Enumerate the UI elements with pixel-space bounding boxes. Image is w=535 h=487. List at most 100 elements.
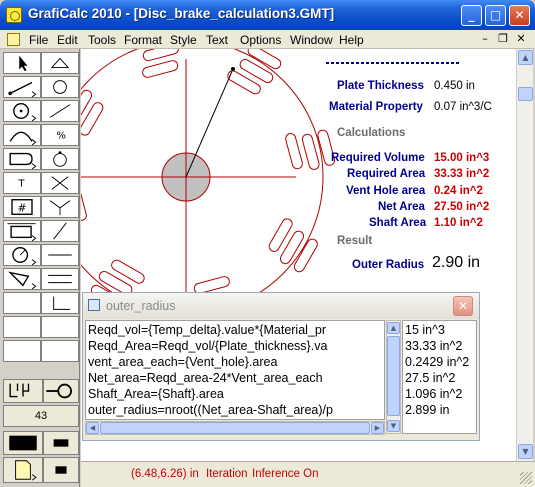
material-property-label: Material Property (329, 101, 423, 113)
formula-line[interactable]: Reqd_vol={Temp_delta}.value*{Material_pr (88, 323, 326, 337)
circle-tool[interactable] (41, 76, 79, 98)
formula-vertical-scrollbar[interactable]: ▲ ▼ (386, 320, 401, 434)
hline-tool[interactable] (41, 244, 79, 266)
required-area-value[interactable]: 33.33 in^2 (434, 168, 489, 180)
menu-options[interactable]: Options (240, 33, 281, 47)
select-arrow-tool[interactable] (3, 52, 41, 74)
page-tool[interactable] (3, 457, 43, 483)
maximize-button[interactable]: □ (485, 5, 506, 26)
slash-tool[interactable] (41, 220, 79, 242)
window-icon (88, 299, 100, 311)
canvas-vertical-scrollbar[interactable]: ▲ ▼ (516, 49, 533, 461)
formula-line[interactable]: Shaft_Area={Shaft}.area (88, 387, 224, 401)
results-pane: 15 in^3 33.33 in^2 0.2429 in^2 27.5 in^2… (402, 320, 477, 434)
line-tool[interactable] (3, 76, 41, 98)
cross-tool[interactable] (41, 172, 79, 194)
circle-point-tool[interactable] (41, 148, 79, 170)
line-icon (8, 81, 37, 97)
scroll-thumb[interactable] (387, 336, 400, 416)
menu-file[interactable]: File (29, 33, 48, 47)
polygon-tool[interactable] (3, 268, 41, 290)
perpendicular-tool[interactable] (41, 292, 79, 314)
mdi-restore-button[interactable]: ❐ (495, 32, 511, 46)
formula-line[interactable]: Net_area=Reqd_area-24*Vent_area_each (88, 371, 323, 385)
grid-tool[interactable]: # (3, 196, 41, 218)
net-area-value[interactable]: 27.50 in^2 (434, 201, 489, 213)
menu-tools[interactable]: Tools (88, 33, 116, 47)
rounded-rect-tool[interactable] (3, 148, 41, 170)
zoom-tool[interactable] (43, 379, 79, 403)
tool-slot-empty[interactable] (3, 340, 41, 362)
mdi-close-button[interactable]: ✕ (513, 32, 529, 46)
tool-slot-empty[interactable] (41, 316, 79, 338)
dimension-tool[interactable] (3, 220, 41, 242)
outer-radius-window-titlebar[interactable]: outer_radius ✕ (83, 293, 479, 319)
join-tool[interactable] (3, 379, 43, 403)
mdi-minimize-button[interactable]: – (477, 32, 493, 46)
ellipse-tool[interactable] (3, 244, 41, 266)
parallel-lines-tool[interactable] (41, 268, 79, 290)
formula-line[interactable]: outer_radius=nroot((Net_area-Shaft_area)… (88, 403, 333, 417)
material-property-value[interactable]: 0.07 in^3/C (434, 101, 492, 113)
scroll-down-icon[interactable]: ▼ (518, 444, 533, 459)
diagonal-line-tool[interactable] (41, 100, 79, 122)
scroll-up-icon[interactable]: ▲ (518, 50, 533, 65)
arc-tool[interactable] (3, 124, 41, 146)
scroll-thumb[interactable] (518, 87, 533, 101)
triangle-tool[interactable] (41, 52, 79, 74)
tool-slot-empty[interactable] (3, 316, 41, 338)
outer-radius-label: Outer Radius (352, 259, 425, 271)
status-bar: (6.48,6.26) in Iteration Inference On (81, 461, 535, 487)
percent-icon: % (56, 131, 66, 142)
document-icon (7, 33, 20, 46)
status-coordinates: (6.48,6.26) in (131, 468, 199, 480)
menu-text[interactable]: Text (206, 33, 228, 47)
grid-icon: # (11, 199, 33, 215)
percent-tool[interactable]: % (41, 124, 79, 146)
menu-window[interactable]: Window (290, 33, 333, 47)
minimize-button[interactable]: _ (461, 5, 482, 26)
required-volume-value[interactable]: 15.00 in^3 (434, 152, 489, 164)
fill-small-tool[interactable] (43, 431, 79, 455)
vent-hole-area-value[interactable]: 0.24 in^2 (434, 185, 483, 197)
scroll-right-icon[interactable]: ▶ (371, 422, 384, 434)
scroll-thumb[interactable] (100, 422, 370, 434)
outer-radius-value[interactable]: 2.90 in (432, 254, 480, 272)
dimension-icon (7, 223, 37, 241)
result-line: 33.33 in^2 (405, 339, 463, 353)
angle-tool[interactable] (41, 196, 79, 218)
menu-style[interactable]: Style (170, 33, 197, 47)
formula-editor[interactable]: Reqd_vol={Temp_delta}.value*{Material_pr… (85, 320, 385, 420)
tool-slot-empty[interactable] (41, 340, 79, 362)
scroll-up-icon[interactable]: ▲ (387, 322, 400, 334)
outer-radius-window-title: outer_radius (106, 299, 176, 313)
menu-edit[interactable]: Edit (57, 33, 78, 47)
circle-center-tool[interactable] (3, 100, 41, 122)
scroll-down-icon[interactable]: ▼ (387, 420, 400, 432)
close-button[interactable]: ✕ (509, 5, 530, 26)
menu-format[interactable]: Format (124, 33, 162, 47)
plate-thickness-label: Plate Thickness (337, 80, 424, 92)
shaft-area-value[interactable]: 1.10 in^2 (434, 217, 483, 229)
title-bar[interactable]: GrafiCalc 2010 - [Disc_brake_calculation… (0, 0, 535, 30)
resize-grip-icon[interactable] (520, 472, 532, 484)
plate-thickness-value[interactable]: 0.450 in (434, 80, 475, 92)
menu-help[interactable]: Help (339, 33, 364, 47)
text-tool[interactable]: T (3, 172, 41, 194)
ellipse-icon (12, 247, 37, 265)
formula-line[interactable]: Reqd_Area=Reqd_vol/{Plate_thickness}.va (88, 339, 327, 353)
formula-horizontal-scrollbar[interactable]: ◀ ▶ (85, 421, 385, 435)
tool-slot-empty[interactable] (3, 292, 41, 314)
hline-icon (48, 254, 72, 256)
formula-line[interactable]: vent_area_each={Vent_hole}.area (88, 355, 277, 369)
fill-black-tool[interactable] (3, 431, 43, 455)
scroll-left-icon[interactable]: ◀ (86, 422, 99, 434)
small-fill-tool[interactable] (43, 457, 79, 483)
result-line: 15 in^3 (405, 323, 445, 337)
outer-radius-close-button[interactable]: ✕ (453, 296, 473, 316)
circle-center-icon (13, 103, 37, 121)
outer-radius-window[interactable]: outer_radius ✕ Reqd_vol={Temp_delta}.val… (82, 292, 480, 441)
svg-text:%: % (56, 131, 66, 142)
result-line: 2.899 in (405, 403, 450, 417)
diagonal-icon (49, 104, 71, 118)
